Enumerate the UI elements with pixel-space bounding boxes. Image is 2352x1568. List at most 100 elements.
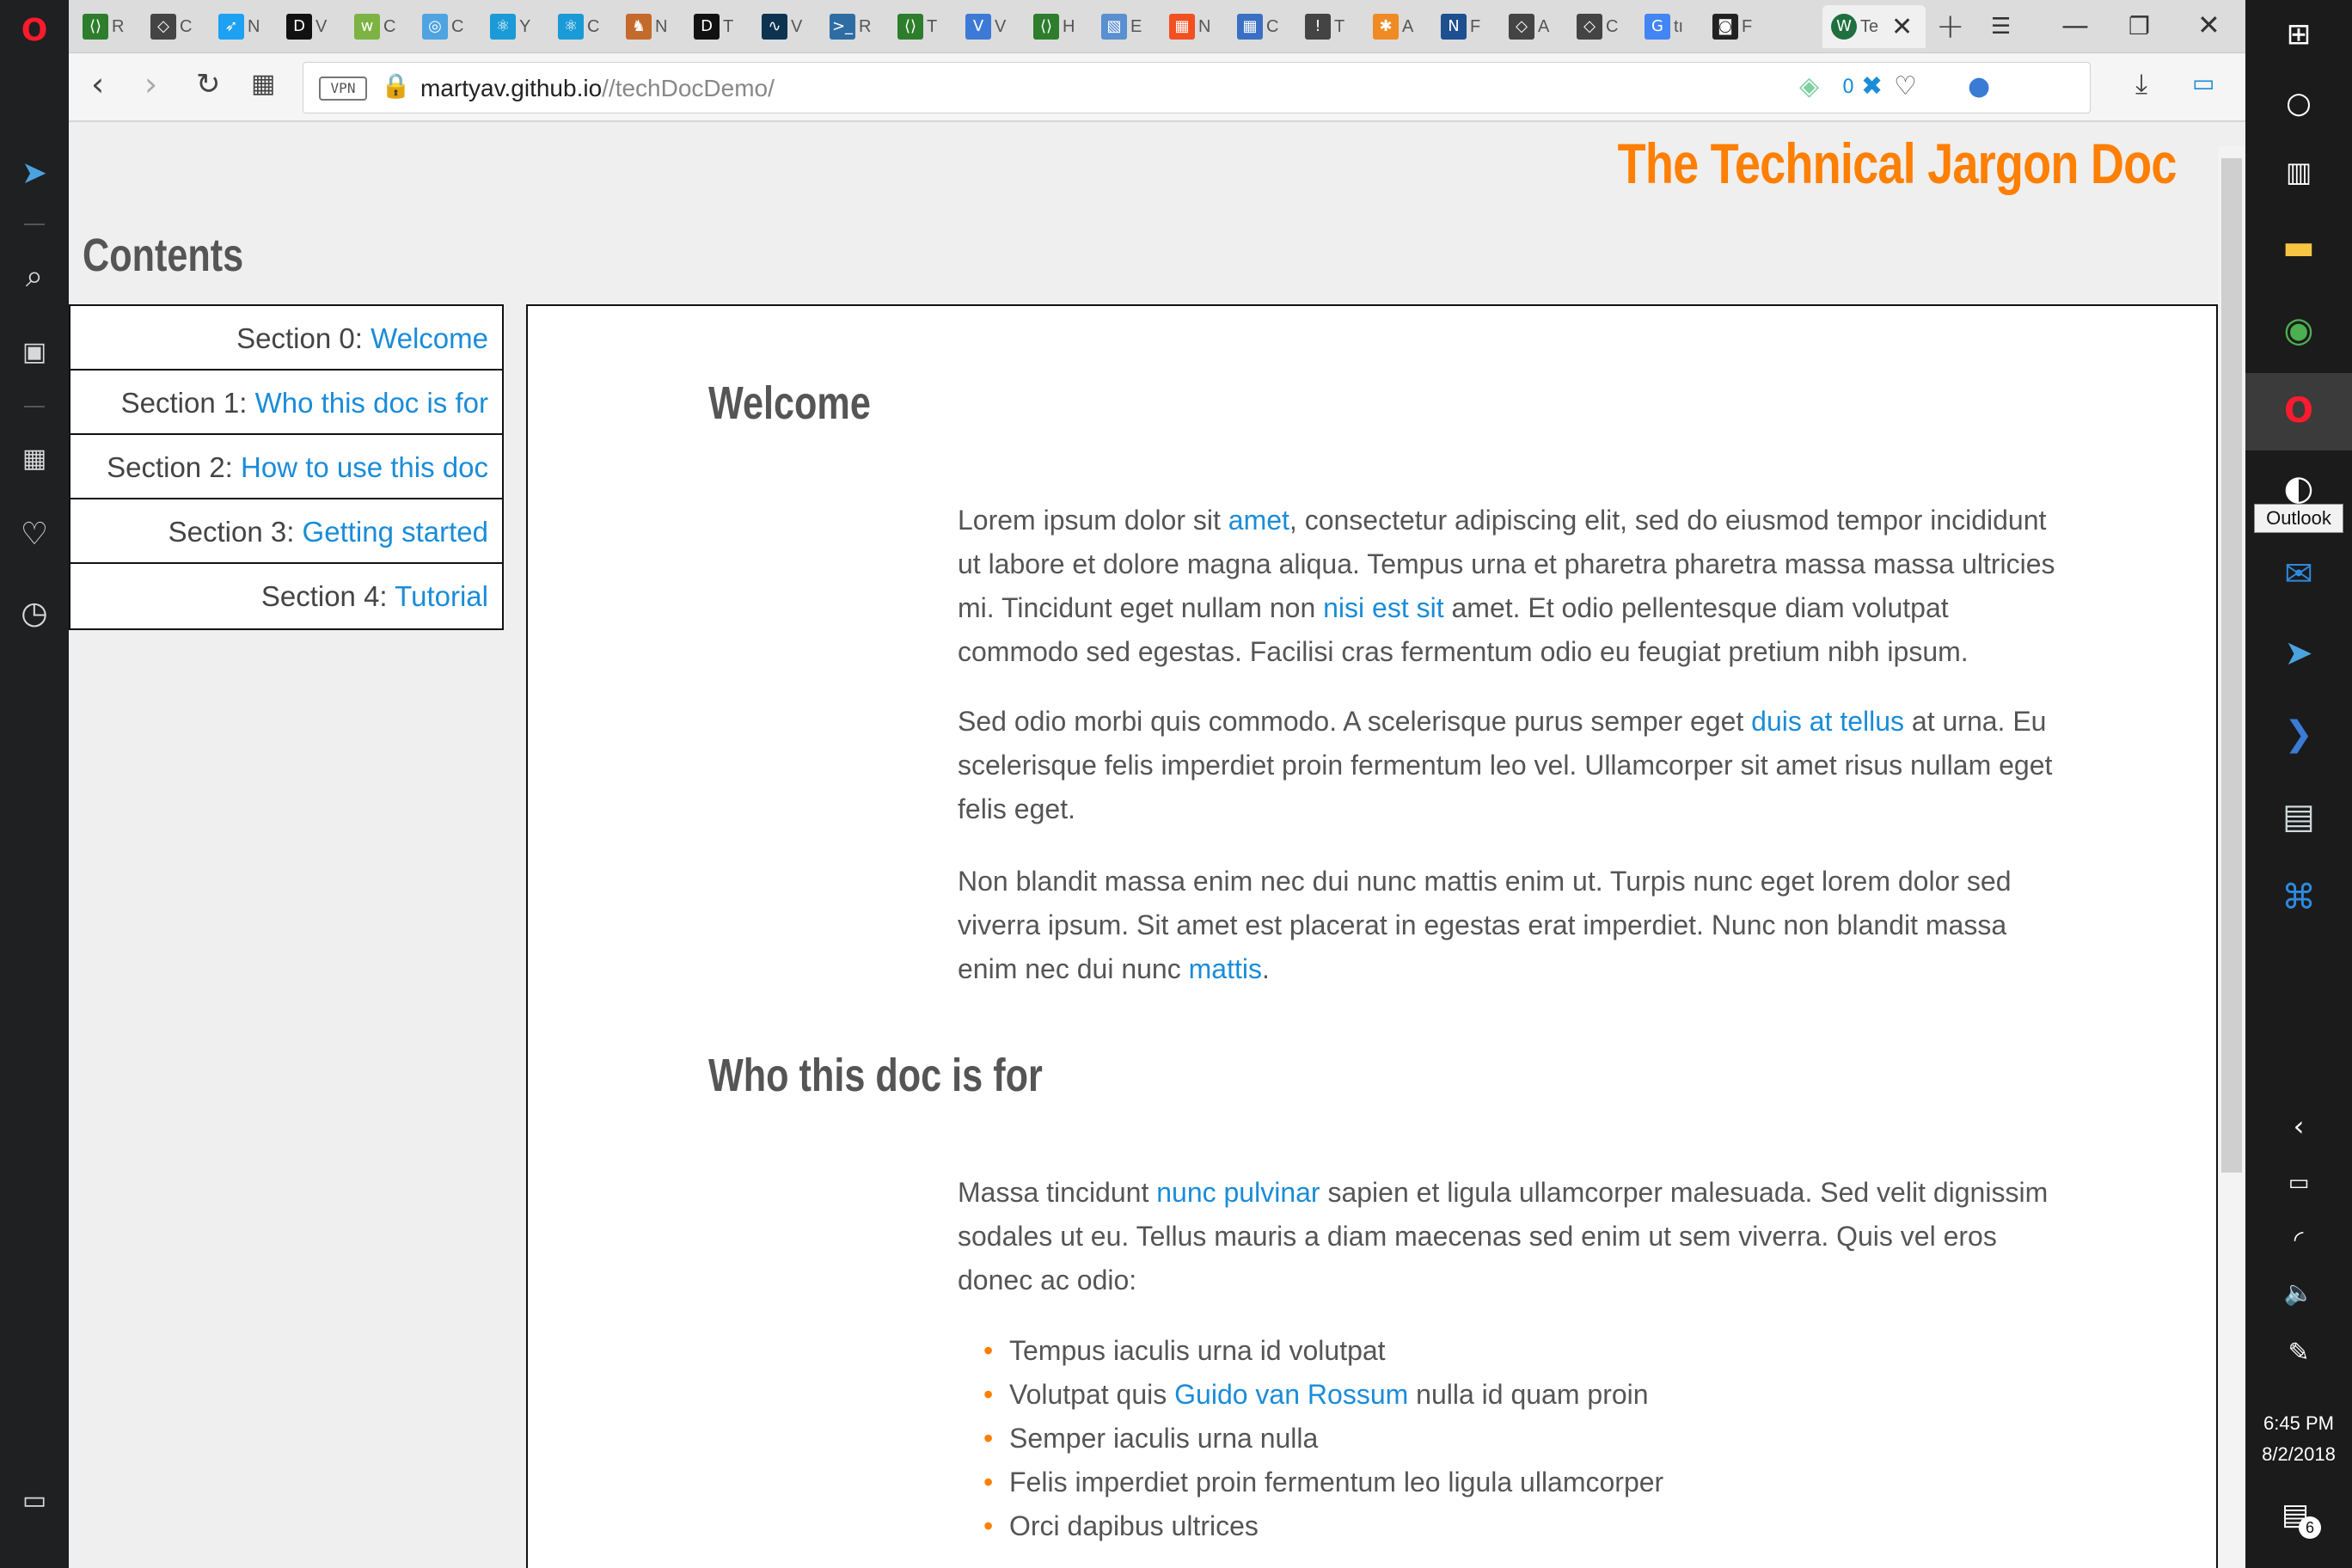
download-icon[interactable]: ⤓ xyxy=(2135,67,2147,101)
battery-icon[interactable]: ▭ xyxy=(2278,1162,2319,1204)
link-nisi-est-sit[interactable]: nisi est sit xyxy=(1323,592,1443,623)
scrollbar-thumb[interactable] xyxy=(2221,158,2242,1173)
vpn-badge[interactable]: VPN xyxy=(319,77,367,101)
powershell-icon[interactable]: ❯ xyxy=(2278,714,2319,755)
lock-icon[interactable]: 🔒 xyxy=(381,71,411,100)
tab[interactable]: ◇ C xyxy=(142,5,195,48)
extension-icon[interactable]: ● xyxy=(1968,71,1990,101)
bookmark-heart-icon[interactable]: ♡ xyxy=(1894,71,1917,101)
tab[interactable]: ▦ N xyxy=(1161,5,1214,48)
sidebar-divider xyxy=(24,224,45,225)
close-tab-icon[interactable]: ✕ xyxy=(1891,12,1913,42)
wifi-icon[interactable]: ◜ xyxy=(2278,1219,2319,1260)
tab[interactable]: ⚛ Y xyxy=(481,5,535,48)
volume-icon[interactable]: 🔈 xyxy=(2278,1272,2319,1314)
outlook-icon[interactable]: ✉ xyxy=(2278,554,2319,595)
welcome-paragraph-3: Non blandit massa enim nec dui nunc matt… xyxy=(958,860,2058,991)
tab[interactable]: ◙ F xyxy=(1704,5,1757,48)
link-mattis[interactable]: mattis xyxy=(1189,953,1262,984)
windows-start-icon[interactable]: ⊞ xyxy=(2278,14,2319,55)
sidebar-toggle-icon[interactable]: ▭ xyxy=(14,1480,55,1522)
toc-link-tutorial[interactable]: Tutorial xyxy=(395,580,488,612)
link-amet[interactable]: amet xyxy=(1228,505,1289,536)
pen-icon[interactable]: ✎ xyxy=(2278,1332,2319,1374)
opera-logo-icon[interactable]: O xyxy=(14,10,55,52)
history-clock-icon[interactable]: ◷ xyxy=(14,593,55,634)
tab[interactable]: ⚛ C xyxy=(549,5,603,48)
toc-link-getting-started[interactable]: Getting started xyxy=(303,516,488,548)
tab[interactable]: ∿ V xyxy=(753,5,806,48)
file-explorer-icon[interactable]: ▬ xyxy=(2278,227,2319,268)
tab-title: R xyxy=(112,16,124,36)
monitor-icon[interactable]: ▤ xyxy=(2278,796,2319,837)
tab[interactable]: ◇ C xyxy=(1568,5,1621,48)
heart-icon[interactable]: ♡ xyxy=(14,514,55,555)
tab[interactable]: DT xyxy=(685,5,738,48)
toc-link-how[interactable]: How to use this doc xyxy=(241,451,488,483)
task-view-icon[interactable]: ▥ xyxy=(2278,151,2319,193)
search-icon[interactable]: ⌕ xyxy=(14,256,55,297)
toc-prefix: Section 4: xyxy=(260,580,395,612)
react-icon: ⚛ xyxy=(490,14,516,40)
link-guido-van-rossum[interactable]: Guido van Rossum xyxy=(1174,1379,1408,1410)
tab[interactable]: ➶ N xyxy=(210,5,263,48)
tab[interactable]: ▧ E xyxy=(1093,5,1146,48)
telegram-icon[interactable]: ➤ xyxy=(2278,633,2319,674)
tab-title: A xyxy=(1402,16,1414,36)
tab-title: N xyxy=(655,16,667,36)
tab[interactable]: DV xyxy=(278,5,331,48)
camera-icon: ◙ xyxy=(1712,14,1738,40)
url-host: martyav.github.io xyxy=(420,75,603,101)
chevron-left-icon[interactable]: ‹ xyxy=(2278,1106,2319,1147)
camera-icon[interactable]: ▣ xyxy=(14,332,55,373)
tab-menu-icon[interactable]: ☰ xyxy=(1991,14,2011,40)
forward-icon[interactable]: › xyxy=(144,65,157,103)
tab-grid-icon[interactable]: ▦ xyxy=(251,69,275,99)
page-scrollbar[interactable] xyxy=(2218,146,2245,1568)
back-icon[interactable]: ‹ xyxy=(91,65,104,103)
speed-dial-icon[interactable]: ▦ xyxy=(14,438,55,480)
system-clock[interactable]: 6:45 PM 8/2/2018 xyxy=(2245,1408,2352,1470)
tab[interactable]: ⟨⟩ T xyxy=(889,5,942,48)
chrome-icon[interactable]: ◉ xyxy=(2278,309,2319,351)
asterisk-icon: ✱ xyxy=(1373,14,1399,40)
tab[interactable]: ⟨⟩ H xyxy=(1025,5,1078,48)
tab-title: R xyxy=(859,16,871,36)
tab-title: tı xyxy=(1674,16,1684,36)
tab[interactable]: ▦ C xyxy=(1228,5,1282,48)
tab[interactable]: Gtı xyxy=(1636,5,1689,48)
restore-icon[interactable]: ❐ xyxy=(2128,12,2150,40)
toc-link-welcome[interactable]: Welcome xyxy=(371,322,488,354)
url-field[interactable]: VPN 🔒 martyav.github.io//techDocDemo/ ◈ … xyxy=(303,62,2091,113)
link-nunc-pulvinar[interactable]: nunc pulvinar xyxy=(1156,1177,1320,1208)
link-duis-at-tellus[interactable]: duis at tellus xyxy=(1751,706,1904,737)
tab[interactable]: >_ R xyxy=(821,5,874,48)
reload-icon[interactable]: ↻ xyxy=(196,67,221,101)
github-icon[interactable]: ◐ xyxy=(2278,468,2319,509)
blocker-icon[interactable]: ✖ xyxy=(1861,71,1883,101)
telegram-icon[interactable]: ➤ xyxy=(14,153,55,194)
tab[interactable]: ⟨⟩ R xyxy=(74,5,127,48)
opera-icon[interactable]: O xyxy=(2278,390,2319,432)
tab[interactable]: NF xyxy=(1432,5,1485,48)
tab[interactable]: ! T xyxy=(1296,5,1350,48)
tab[interactable]: ◎ C xyxy=(413,5,467,48)
toc-link-who[interactable]: Who this doc is for xyxy=(255,387,488,419)
toc-prefix: Section 1: xyxy=(120,387,255,419)
cortana-icon[interactable]: ○ xyxy=(2278,83,2319,124)
tab[interactable]: VV xyxy=(957,5,1010,48)
cube-icon[interactable]: ◈ xyxy=(1799,71,1819,101)
tab-title: F xyxy=(1470,16,1481,36)
url-text[interactable]: martyav.github.io//techDocDemo/ xyxy=(420,75,775,102)
tab[interactable]: ✱ A xyxy=(1364,5,1418,48)
notification-badge: 6 xyxy=(2299,1516,2321,1539)
tab[interactable]: wC xyxy=(346,5,399,48)
battery-saver-icon[interactable]: ▭ xyxy=(2192,69,2214,97)
new-tab-button[interactable]: + xyxy=(1936,7,1965,46)
tab[interactable]: ♞ N xyxy=(617,5,671,48)
minimize-icon[interactable]: — xyxy=(2061,9,2089,41)
doc-title: The Technical Jargon Doc xyxy=(1618,132,2177,195)
close-window-icon[interactable]: ✕ xyxy=(2197,9,2220,41)
tab[interactable]: ◇ A xyxy=(1500,5,1553,48)
vscode-icon[interactable]: ⌘ xyxy=(2278,877,2319,918)
